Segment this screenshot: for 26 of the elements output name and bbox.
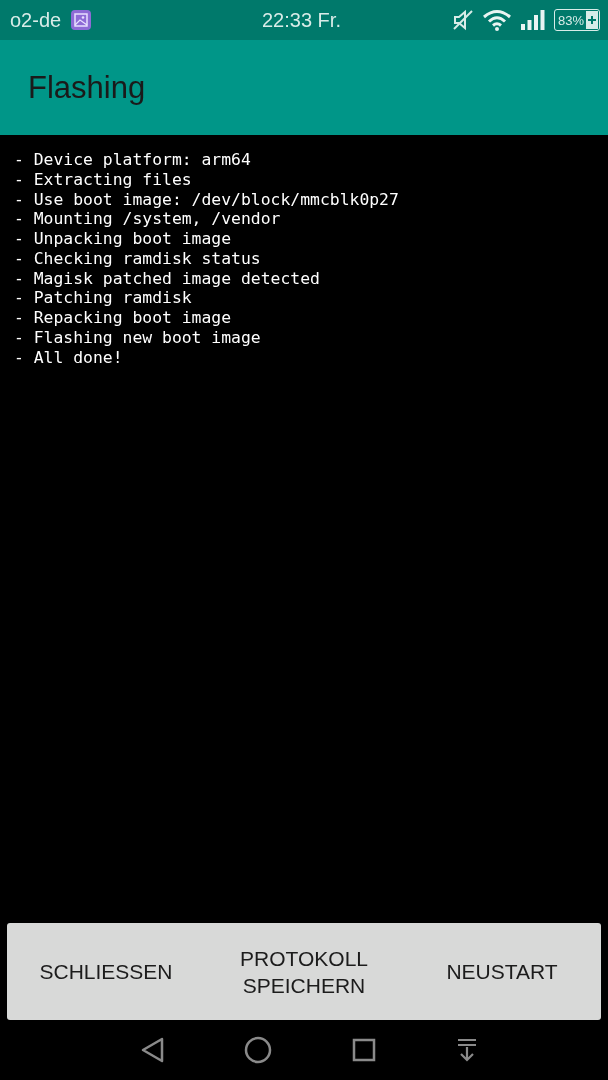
recents-icon[interactable] — [352, 1038, 376, 1062]
log-line: - Extracting files — [14, 169, 192, 190]
log-line: - Mounting /system, /vendor — [14, 209, 281, 229]
battery-indicator: 83% — [553, 9, 600, 31]
screen-title: Flashing — [28, 69, 146, 106]
log-line: - All done! — [14, 347, 123, 368]
log-line: - Use boot image: /dev/block/mmcblk0p27 — [14, 189, 399, 210]
dialog-button[interactable]: SCHLIESSEN — [31, 954, 181, 989]
wifi-icon — [481, 9, 512, 31]
gallery-icon — [71, 10, 92, 30]
log-line: - Device platform: arm64 — [14, 150, 251, 170]
back-icon[interactable] — [140, 1037, 164, 1063]
log-line: - Flashing new boot image — [14, 327, 261, 348]
log-line: - Checking ramdisk status — [14, 248, 261, 269]
muted-speaker-icon — [451, 9, 474, 31]
signal-icon — [519, 9, 546, 31]
log-line: - Unpacking boot image — [14, 229, 232, 249]
notification-pull-icon[interactable] — [456, 1038, 478, 1062]
home-icon[interactable] — [244, 1036, 272, 1064]
log-line: - Magisk patched image detected — [14, 268, 320, 289]
log-line: - Patching ramdisk — [14, 288, 192, 308]
dialog-button[interactable]: NEUSTART — [438, 954, 566, 989]
carrier-name: o2-de — [10, 8, 62, 32]
dialog-button[interactable]: PROTOKOLL SPEICHERN — [219, 940, 389, 1003]
clock: 22:33 Fr. — [262, 9, 341, 32]
log-line: - Repacking boot image — [14, 308, 232, 328]
